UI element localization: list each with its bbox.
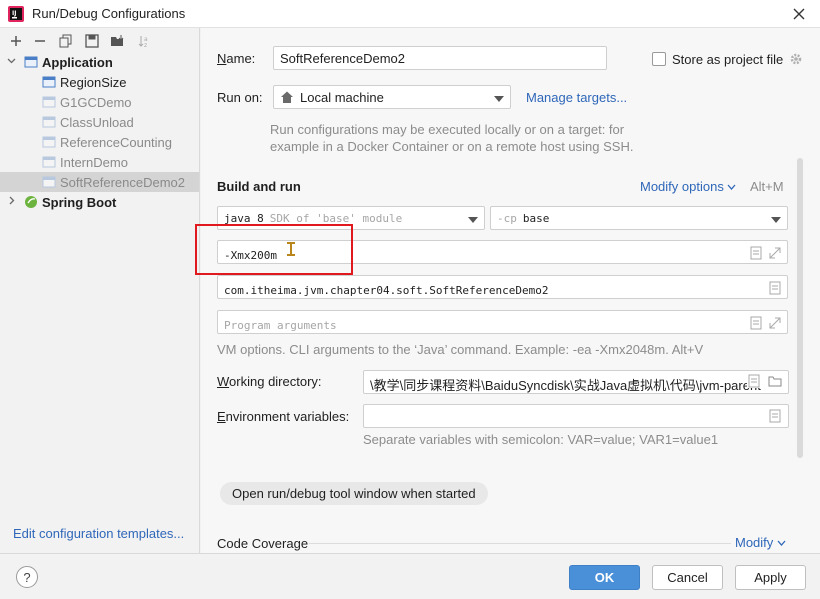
program-arguments-field[interactable]: Program arguments — [217, 310, 788, 334]
cancel-button[interactable]: Cancel — [652, 565, 723, 590]
working-directory-label: Working directory: — [217, 374, 322, 389]
main-class-value: com.itheima.jvm.chapter04.soft.SoftRefer… — [224, 284, 549, 297]
window-title: Run/Debug Configurations — [32, 6, 186, 21]
name-label: Name: — [217, 51, 256, 66]
ok-button[interactable]: OK — [569, 565, 640, 590]
save-icon[interactable] — [84, 33, 100, 49]
open-tool-window-label: Open run/debug tool window when started — [232, 486, 476, 501]
tree-group-spring-boot[interactable]: Spring Boot — [0, 192, 199, 212]
classpath-module-value: base — [522, 211, 550, 225]
name-field[interactable]: SoftReferenceDemo2 — [273, 46, 607, 70]
modify-label: Modify — [735, 535, 774, 550]
tree-item-label: SoftReferenceDemo2 — [60, 174, 186, 190]
sort-icon[interactable]: az — [136, 33, 152, 49]
jdk-hint: SDK of 'base' module — [269, 211, 403, 225]
chevron-down-icon[interactable] — [6, 56, 16, 68]
close-icon[interactable] — [788, 3, 810, 25]
tree-item-label: G1GCDemo — [60, 94, 132, 110]
tree-item-label: InternDemo — [60, 154, 128, 170]
tree-item-g1gcdemo[interactable]: G1GCDemo — [0, 92, 199, 112]
name-value: SoftReferenceDemo2 — [280, 51, 406, 66]
run-on-hint: Run configurations may be executed local… — [270, 122, 634, 154]
section-divider — [309, 543, 731, 544]
application-config-icon — [42, 135, 56, 149]
working-directory-value: \教学\同步课程资料\BaiduSyncdisk\实战Java虚拟机\代码\jv… — [370, 378, 761, 393]
folder-icon[interactable] — [768, 374, 782, 388]
dropdown-arrow-icon — [771, 211, 781, 226]
home-icon — [280, 90, 294, 104]
intellij-logo-icon: IJ — [8, 6, 24, 22]
application-config-icon — [42, 75, 56, 89]
tree-group-application[interactable]: Application — [0, 52, 199, 72]
environment-variables-field[interactable] — [363, 404, 789, 428]
tree-item-regionsize[interactable]: RegionSize — [0, 72, 199, 92]
application-config-icon — [42, 175, 56, 189]
jdk-value: java 8 — [224, 211, 264, 225]
copy-icon[interactable] — [58, 33, 74, 49]
highlight-box — [195, 224, 353, 275]
tree-item-label: Spring Boot — [42, 194, 117, 210]
svg-text:IJ: IJ — [12, 10, 16, 17]
tree-item-referencecounting[interactable]: ReferenceCounting — [0, 132, 199, 152]
configurations-tree-panel: az Application RegionSize G1GCDemo Class… — [0, 28, 200, 553]
modify-options-label: Modify options — [640, 179, 724, 194]
run-on-value: Local machine — [300, 89, 384, 105]
tree-item-softreferencedemo2[interactable]: SoftReferenceDemo2 — [0, 172, 199, 192]
classpath-flag: -cp — [497, 211, 517, 225]
manage-targets-link[interactable]: Manage targets... — [526, 90, 627, 105]
title-bar: IJ Run/Debug Configurations — [0, 0, 820, 28]
vm-options-hint: VM options. CLI arguments to the ‘Java’ … — [217, 342, 704, 357]
spring-boot-icon — [24, 195, 38, 209]
build-and-run-title: Build and run — [217, 179, 301, 194]
code-coverage-label: Code Coverage — [217, 536, 309, 551]
tree-item-label: ClassUnload — [60, 114, 134, 130]
modify-options-link[interactable]: Modify options — [640, 179, 736, 194]
chevron-down-icon — [727, 179, 736, 194]
apply-button[interactable]: Apply — [735, 565, 806, 590]
tree-item-interndemo[interactable]: InternDemo — [0, 152, 199, 172]
dialog-button-bar: ? OK Cancel Apply — [0, 553, 820, 599]
main-class-field[interactable]: com.itheima.jvm.chapter04.soft.SoftRefer… — [217, 275, 788, 299]
remove-icon[interactable] — [32, 33, 48, 49]
program-arguments-placeholder: Program arguments — [224, 319, 337, 332]
dropdown-arrow-icon — [494, 90, 504, 105]
edit-environment-icon[interactable] — [768, 409, 782, 423]
tree-item-classunload[interactable]: ClassUnload — [0, 112, 199, 132]
chevron-right-icon[interactable] — [6, 196, 16, 208]
open-tool-window-chip[interactable]: Open run/debug tool window when started — [220, 482, 488, 505]
code-coverage-modify-link[interactable]: Modify — [735, 535, 786, 550]
gear-icon[interactable] — [789, 52, 803, 66]
store-as-project-label: Store as project file — [672, 52, 784, 67]
application-config-icon — [42, 155, 56, 169]
environment-variables-label: Environment variables: — [217, 409, 350, 424]
application-icon — [24, 55, 38, 69]
run-on-label: Run on: — [217, 90, 263, 105]
classpath-module-select[interactable]: -cp base — [490, 206, 788, 230]
application-config-icon — [42, 95, 56, 109]
svg-text:z: z — [144, 42, 147, 48]
tree-item-label: RegionSize — [60, 74, 127, 90]
document-icon[interactable] — [749, 316, 763, 330]
working-directory-field[interactable]: \教学\同步课程资料\BaiduSyncdisk\实战Java虚拟机\代码\jv… — [363, 370, 789, 394]
tree-item-label: Application — [42, 54, 113, 70]
environment-variables-hint: Separate variables with semicolon: VAR=v… — [363, 432, 719, 447]
browse-class-icon[interactable] — [768, 281, 782, 295]
help-button[interactable]: ? — [16, 566, 38, 588]
document-icon[interactable] — [749, 246, 763, 260]
insert-macro-icon[interactable] — [747, 374, 761, 388]
application-config-icon — [42, 115, 56, 129]
edit-templates-link[interactable]: Edit configuration templates... — [13, 526, 184, 541]
chevron-down-icon — [777, 535, 786, 550]
add-icon[interactable] — [8, 33, 24, 49]
run-on-select[interactable]: Local machine — [273, 85, 511, 109]
dropdown-arrow-icon — [468, 211, 478, 226]
expand-icon[interactable] — [768, 316, 782, 330]
store-as-project-checkbox[interactable] — [652, 52, 666, 66]
expand-icon[interactable] — [768, 246, 782, 260]
move-to-folder-icon[interactable] — [110, 33, 126, 49]
vertical-scrollbar[interactable] — [797, 158, 803, 458]
modify-options-shortcut: Alt+M — [750, 179, 784, 194]
tree-item-label: ReferenceCounting — [60, 134, 173, 150]
configuration-form: Name: SoftReferenceDemo2 Store as projec… — [195, 28, 820, 553]
